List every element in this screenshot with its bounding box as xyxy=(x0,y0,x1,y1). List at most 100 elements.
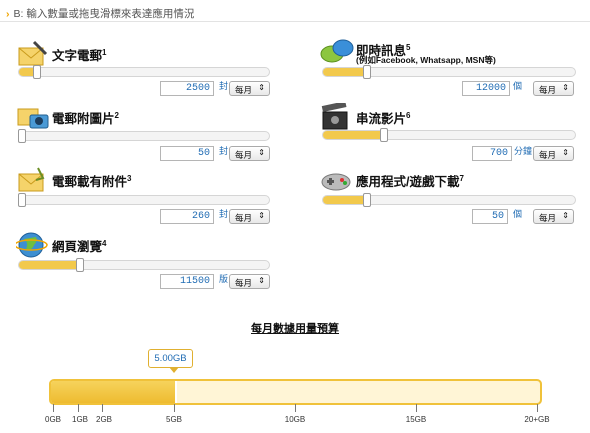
budget-bar-marker xyxy=(175,381,177,403)
budget-title: 每月數據用量預算 xyxy=(251,323,339,335)
select-arrows-icon: ⇕ xyxy=(562,148,569,157)
period-select[interactable]: 每月 ⇕ xyxy=(229,146,270,161)
usage-slider-fill xyxy=(19,68,34,76)
footnote-ref: 4 xyxy=(102,238,107,248)
usage-slider-handle[interactable] xyxy=(18,129,26,143)
usage-title: 網頁瀏覽 xyxy=(52,240,103,254)
usage-slider-handle[interactable] xyxy=(18,193,26,207)
period-select[interactable]: 每月 ⇕ xyxy=(229,81,270,96)
scale-tick xyxy=(537,404,538,412)
chat-bubble-icon xyxy=(320,39,354,63)
tooltip-pointer xyxy=(169,367,179,373)
select-arrows-icon: ⇕ xyxy=(258,276,265,285)
footnote-ref: 6 xyxy=(406,110,411,120)
camera-icon xyxy=(17,108,49,129)
usage-slider-fill xyxy=(323,196,364,204)
period-select[interactable]: 每月 ⇕ xyxy=(229,274,270,289)
usage-item-attachments: 電郵載有附件3 260 封 每月 ⇕ xyxy=(16,166,276,226)
usage-slider-handle[interactable] xyxy=(362,65,371,79)
scale-tick xyxy=(53,404,54,412)
period-select-value: 每月 xyxy=(235,85,253,95)
globe-icon xyxy=(16,232,48,258)
footnote-ref: 1 xyxy=(102,47,107,57)
scale-tick-label: 10GB xyxy=(284,415,306,424)
usage-slider-track[interactable] xyxy=(322,130,576,140)
chevron-right-icon: › xyxy=(6,8,10,20)
attachment-icon xyxy=(18,167,45,192)
budget-value-tooltip: 5.00GB xyxy=(148,349,193,368)
unit-label: 封 xyxy=(219,209,229,219)
select-arrows-icon: ⇕ xyxy=(258,148,265,157)
footnote-ref: 7 xyxy=(459,173,464,183)
usage-title: 文字電郵 xyxy=(52,49,103,63)
gamepad-icon xyxy=(321,173,351,191)
usage-slider-track[interactable] xyxy=(322,67,576,77)
quantity-input[interactable]: 12000 xyxy=(462,81,510,96)
email-icon xyxy=(18,40,48,66)
footnote-ref: 3 xyxy=(127,173,132,183)
select-arrows-icon: ⇕ xyxy=(562,83,569,92)
quantity-input[interactable]: 260 xyxy=(160,209,214,224)
period-select[interactable]: 每月 ⇕ xyxy=(533,209,574,224)
unit-label: 個 xyxy=(513,209,523,219)
budget-scale: 0GB 1GB 2GB 5GB 10GB 15GB 20+GB xyxy=(0,404,590,432)
scale-tick-label: 2GB xyxy=(95,415,113,424)
usage-slider-track[interactable] xyxy=(18,67,270,77)
usage-slider-handle[interactable] xyxy=(33,65,42,79)
section-header-text: B: 輸入數量或拖曳滑標來表達應用情況 xyxy=(13,8,195,20)
usage-slider-handle[interactable] xyxy=(380,128,389,142)
usage-title: 電郵載有附件 xyxy=(52,175,128,189)
footnote-ref: 2 xyxy=(114,110,119,120)
scale-tick-label: 20+GB xyxy=(524,415,550,424)
quantity-input[interactable]: 50 xyxy=(160,146,214,161)
unit-label: 版 xyxy=(219,274,229,284)
usage-item-im: 即時訊息5 (例如Facebook, Whatsapp, MSN等) 12000… xyxy=(320,38,582,98)
usage-item-email: 文字電郵1 2500 封 每月 ⇕ xyxy=(16,40,276,100)
period-select-value: 每月 xyxy=(235,278,253,288)
unit-label: 分鐘 xyxy=(514,146,533,156)
unit-label: 封 xyxy=(219,146,229,156)
film-icon xyxy=(321,103,348,130)
budget-bar-fill xyxy=(51,381,176,403)
usage-slider-fill xyxy=(323,68,364,76)
quantity-input[interactable]: 50 xyxy=(472,209,508,224)
usage-slider-fill xyxy=(19,261,77,269)
usage-item-web: 網頁瀏覽4 11500 版 每月 ⇕ xyxy=(16,231,276,291)
period-select[interactable]: 每月 ⇕ xyxy=(229,209,270,224)
period-select-value: 每月 xyxy=(235,213,253,223)
scale-tick xyxy=(78,404,79,412)
usage-slider-track[interactable] xyxy=(18,131,270,141)
select-arrows-icon: ⇕ xyxy=(562,211,569,220)
budget-bar[interactable] xyxy=(49,379,542,405)
unit-label: 個 xyxy=(513,81,523,91)
period-select[interactable]: 每月 ⇕ xyxy=(533,81,574,96)
usage-slider-handle[interactable] xyxy=(75,258,84,272)
period-select-value: 每月 xyxy=(539,213,557,223)
footnote-ref: 5 xyxy=(406,42,411,52)
quantity-input[interactable]: 11500 xyxy=(160,274,214,289)
quantity-input[interactable]: 2500 xyxy=(160,81,214,96)
quantity-input[interactable]: 700 xyxy=(472,146,512,161)
section-header: › B: 輸入數量或拖曳滑標來表達應用情況 xyxy=(0,0,590,22)
unit-label: 封 xyxy=(219,81,229,91)
select-arrows-icon: ⇕ xyxy=(258,83,265,92)
usage-slider-handle[interactable] xyxy=(362,193,371,207)
scale-tick-label: 0GB xyxy=(44,415,62,424)
usage-item-photo: 電郵附圖片2 50 封 每月 ⇕ xyxy=(16,103,276,163)
usage-title: 應用程式/遊戲下載 xyxy=(356,175,460,189)
period-select-value: 每月 xyxy=(235,150,253,160)
scale-tick xyxy=(174,404,175,412)
usage-item-video: 串流影片6 700 分鐘 每月 ⇕ xyxy=(320,103,582,163)
usage-subtitle: (例如Facebook, Whatsapp, MSN等) xyxy=(356,55,496,65)
scale-tick xyxy=(295,404,296,412)
usage-slider-track[interactable] xyxy=(18,195,270,205)
usage-item-apps: 應用程式/遊戲下載7 50 個 每月 ⇕ xyxy=(320,166,582,226)
scale-tick-label: 15GB xyxy=(405,415,427,424)
usage-slider-track[interactable] xyxy=(18,260,270,270)
usage-slider-track[interactable] xyxy=(322,195,576,205)
period-select-value: 每月 xyxy=(539,85,557,95)
usage-title: 電郵附圖片 xyxy=(52,112,115,126)
scale-tick xyxy=(102,404,103,412)
period-select[interactable]: 每月 ⇕ xyxy=(533,146,574,161)
scale-tick-label: 5GB xyxy=(165,415,183,424)
